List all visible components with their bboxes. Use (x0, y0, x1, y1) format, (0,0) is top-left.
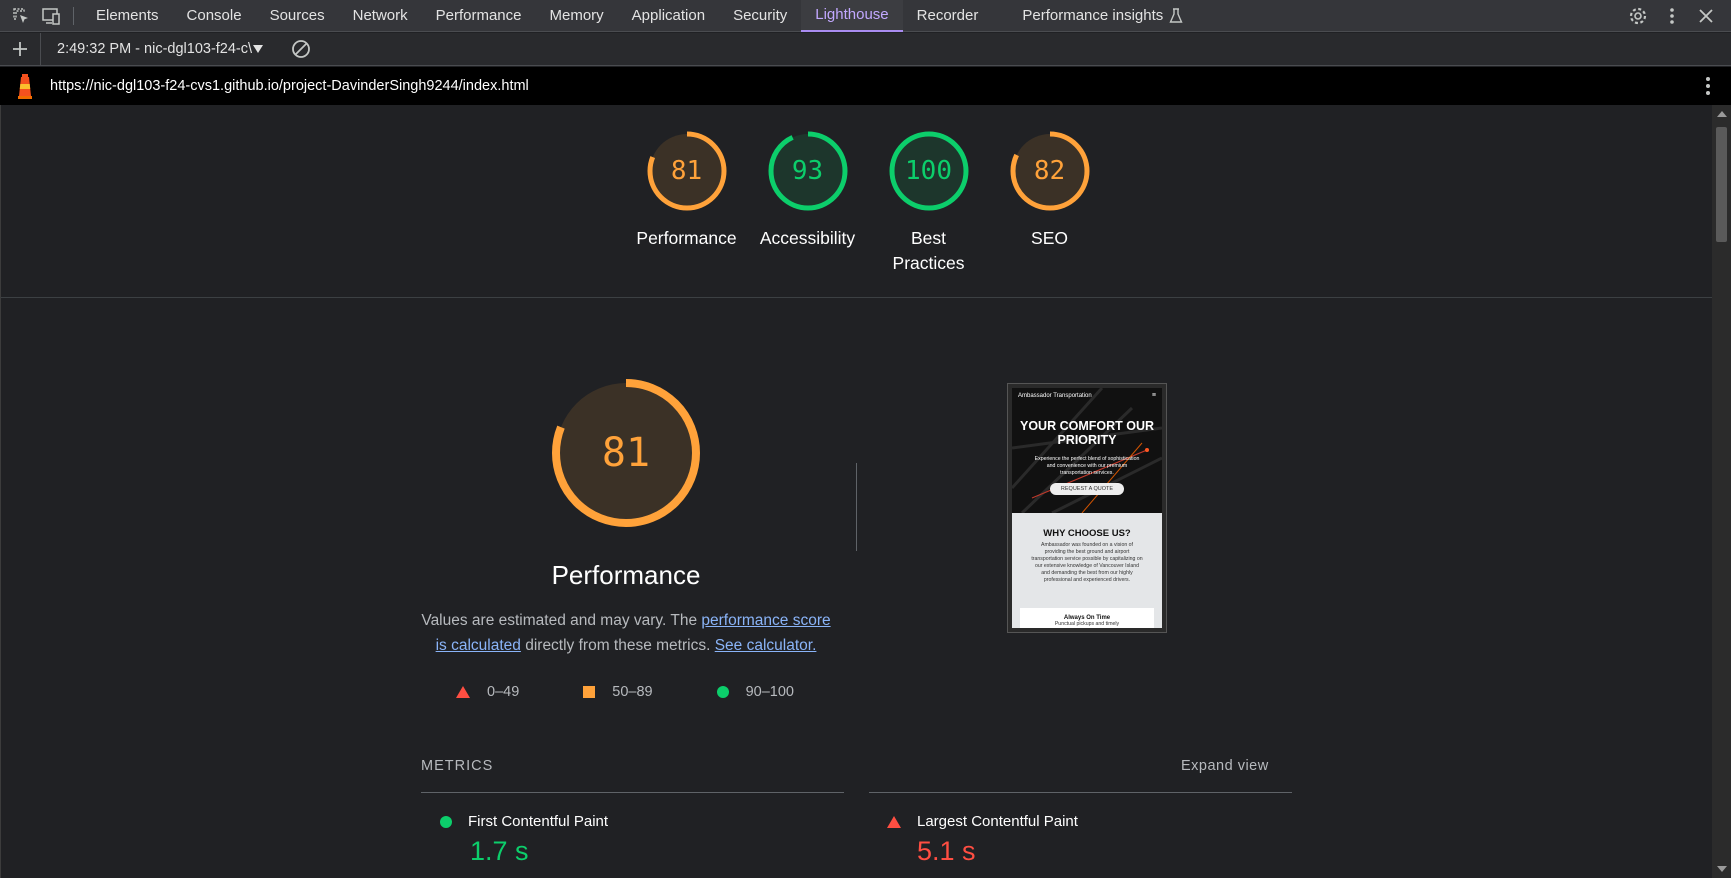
gauge-best-practices[interactable]: 100 Best Practices (868, 129, 989, 276)
fail-triangle-icon (456, 686, 470, 698)
screenshot-hero-title: YOUR COMFORT OUR PRIORITY (1019, 419, 1155, 447)
tab-network[interactable]: Network (339, 0, 422, 32)
section-divider (1, 297, 1712, 298)
tab-performance[interactable]: Performance (422, 0, 536, 32)
metric-label: First Contentful Paint (468, 813, 609, 830)
metric-first-contentful-paint: First Contentful Paint 1.7 s (440, 813, 608, 867)
metrics-divider-left (421, 792, 844, 793)
legend-range: 50–89 (612, 684, 653, 700)
device-toolbar-icon[interactable] (37, 2, 65, 30)
lighthouse-toolbar: 2:49:32 PM - nic-dgl103-f24-c\ (0, 32, 1731, 66)
vertical-divider (856, 463, 857, 551)
tab-lighthouse[interactable]: Lighthouse (801, 0, 903, 32)
scroll-up-arrow-icon[interactable] (1717, 111, 1727, 117)
clear-reports-icon[interactable] (281, 33, 321, 66)
tab-recorder[interactable]: Recorder (903, 0, 993, 32)
gauge-score: 81 (670, 156, 703, 186)
tab-performance-insights-label: Performance insights (1022, 7, 1164, 24)
gauge-score: 100 (905, 156, 952, 186)
tab-sources[interactable]: Sources (256, 0, 339, 32)
final-screenshot-thumbnail[interactable]: Ambassador Transportation ≡ YOUR COMFORT… (1007, 383, 1167, 633)
pass-circle-icon (716, 686, 729, 698)
vertical-scrollbar[interactable] (1712, 105, 1731, 878)
performance-description: Values are estimated and may vary. The p… (421, 608, 831, 658)
screenshot-page: Ambassador Transportation ≡ YOUR COMFORT… (1012, 388, 1162, 628)
scroll-thumb[interactable] (1716, 127, 1727, 242)
gauge-label: Performance (636, 228, 737, 248)
tab-memory[interactable]: Memory (536, 0, 618, 32)
gauge-seo[interactable]: 82 SEO (989, 129, 1110, 276)
metrics-heading: METRICS (421, 758, 494, 774)
report-menu-icon[interactable] (1705, 76, 1711, 101)
screenshot-section-text: Ambassador was founded on a vision of pr… (1031, 542, 1143, 583)
screenshot-brand: Ambassador Transportation (1018, 393, 1092, 399)
gauge-label: Accessibility (759, 228, 856, 248)
fail-triangle-icon (887, 815, 901, 828)
legend-average: 50–89 (583, 684, 653, 700)
lighthouse-logo-icon (0, 72, 50, 100)
gauge-performance[interactable]: 81 Performance (626, 129, 747, 276)
gauge-label: SEO (1031, 228, 1068, 248)
performance-title: Performance (551, 560, 701, 590)
more-options-icon[interactable] (1655, 0, 1689, 32)
report-url: https://nic-dgl103-f24-cvs1.github.io/pr… (50, 78, 529, 94)
close-icon[interactable] (1689, 0, 1723, 32)
tab-security[interactable]: Security (719, 0, 801, 32)
gauge-label: Best Practices (892, 228, 965, 273)
performance-big-score: 81 (601, 430, 651, 476)
gauge-score: 82 (1033, 156, 1066, 186)
report-select[interactable]: 2:49:32 PM - nic-dgl103-f24-c\ (40, 32, 271, 66)
expand-view-toggle[interactable]: Expand view (1181, 758, 1269, 774)
score-gauges: 81 Performance 93 Accessibility 100 Best… (626, 129, 1110, 276)
metric-value: 5.1 s (917, 836, 976, 866)
report-viewport: 81 Performance 93 Accessibility 100 Best… (0, 105, 1712, 878)
tab-elements[interactable]: Elements (82, 0, 173, 32)
settings-gear-icon[interactable] (1621, 0, 1655, 32)
new-report-plus-icon[interactable] (0, 33, 40, 66)
gauge-accessibility[interactable]: 93 Accessibility (747, 129, 868, 276)
desc-mid: directly from these metrics. (520, 637, 715, 654)
report-select-label: 2:49:32 PM - nic-dgl103-f24-c\ (57, 41, 253, 57)
inspect-element-icon[interactable] (7, 2, 35, 30)
score-legend: 0–49 50–89 90–100 (456, 684, 858, 700)
hamburger-menu-icon: ≡ (1151, 392, 1156, 399)
screenshot-card-text: Punctual pickups and timely (1054, 621, 1120, 627)
tab-application[interactable]: Application (618, 0, 719, 32)
flask-icon (1169, 7, 1183, 23)
legend-range: 0–49 (487, 684, 520, 700)
see-calculator-link[interactable]: See calculator. (715, 637, 817, 654)
report-url-bar: https://nic-dgl103-f24-cvs1.github.io/pr… (0, 67, 1731, 105)
gauge-score: 93 (791, 156, 824, 186)
dropdown-arrow-icon (253, 45, 264, 53)
tab-console[interactable]: Console (173, 0, 256, 32)
screenshot-hero-subtitle: Experience the perfect blend of sophisti… (1034, 456, 1140, 476)
tab-performance-insights[interactable]: Performance insights (1008, 0, 1197, 32)
metric-label: Largest Contentful Paint (917, 813, 1078, 830)
desc-prefix: Values are estimated and may vary. The (421, 612, 702, 629)
performance-big-gauge: 81 (550, 377, 702, 529)
metric-largest-contentful-paint: Largest Contentful Paint 5.1 s (887, 813, 1078, 867)
screenshot-feature-card: Always On Time Punctual pickups and time… (1020, 608, 1154, 628)
toolbar-divider (73, 6, 74, 25)
pass-circle-icon (440, 815, 452, 828)
average-square-icon (583, 686, 596, 698)
screenshot-quote-button: REQUEST A QUOTE (1050, 483, 1124, 495)
legend-fail: 0–49 (456, 684, 519, 700)
metric-value: 1.7 s (470, 836, 529, 866)
scroll-down-arrow-icon[interactable] (1717, 866, 1727, 872)
legend-pass: 90–100 (716, 684, 794, 700)
devtools-tabbar: Elements Console Sources Network Perform… (0, 0, 1731, 32)
screenshot-section-title: WHY CHOOSE US? (1043, 528, 1131, 539)
screenshot-hero: Ambassador Transportation ≡ YOUR COMFORT… (1012, 388, 1162, 513)
metrics-divider-right (869, 792, 1292, 793)
legend-range: 90–100 (745, 684, 794, 700)
